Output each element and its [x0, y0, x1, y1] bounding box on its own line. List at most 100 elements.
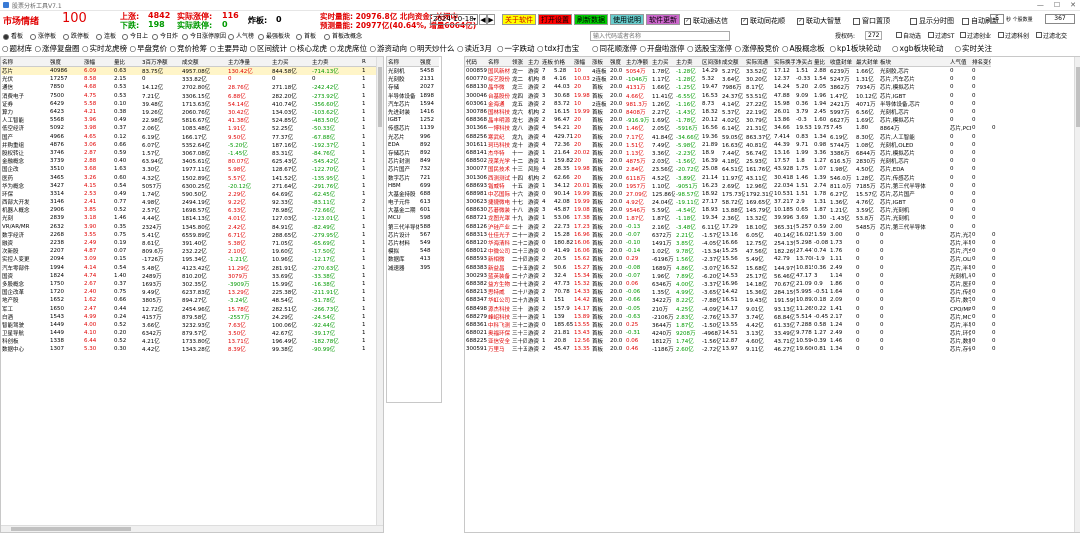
- nav-item-9[interactable]: 游资动向: [370, 43, 407, 54]
- stock-count-input[interactable]: 367: [1045, 14, 1075, 24]
- table-row[interactable]: 股权转让 3746 2.87 0.59 1.57亿 3067.08亿 -1.45亿 83.31…: [1, 149, 377, 157]
- table-row[interactable]: 模拟 548: [387, 247, 439, 255]
- table-row[interactable]: 大基金持股 688: [387, 190, 439, 198]
- table-row[interactable]: 实控人变更 2094 3.09 0.15 -1726万 195.34亿 -1.21亿 10.9…: [1, 255, 377, 263]
- link-dzh-checkbox[interactable]: ✓ 联动大智慧: [797, 16, 841, 26]
- table-row[interactable]: 大基金二期 601: [387, 206, 439, 214]
- table-row[interactable]: 数字经济 2268 3.55 0.75 5.41亿 6559.89亿 6.71亿 288.65…: [1, 231, 377, 239]
- nav-item-13[interactable]: tdx打击宝: [537, 43, 580, 54]
- table-row[interactable]: 芯片 40986 6.09 0.63 83.75亿 4957.08亿 130.42亿 844.…: [1, 66, 377, 76]
- table-row[interactable]: 芯片封测 849: [387, 157, 439, 165]
- column-header[interactable]: 人气值: [949, 57, 971, 67]
- pin-window-checkbox[interactable]: 窗口置顶: [853, 16, 890, 26]
- nav-item-11[interactable]: 读近3月: [457, 43, 492, 54]
- table-row[interactable]: 光伏 17257 8.58 2.15 0 333.82亿 0 0 0 1: [1, 75, 377, 83]
- column-header[interactable]: 主力卖: [675, 57, 701, 67]
- help-button[interactable]: 使用说明: [610, 14, 644, 25]
- about-button[interactable]: 关于软件: [502, 14, 536, 25]
- nav-item-6[interactable]: 区间统计: [250, 43, 287, 54]
- column-header[interactable]: 净买占比: [795, 57, 813, 67]
- table-row[interactable]: 688130 晶华微 龙三 游资 2 44.03 20 首板 20.0 4131万 1.66亿 -1.…: [465, 83, 1071, 91]
- vertical-scrollbar[interactable]: [376, 57, 383, 532]
- table-row[interactable]: 半导体设备 1898: [387, 92, 439, 100]
- table-row[interactable]: 减速器 395: [387, 264, 439, 272]
- column-header[interactable]: 价格: [553, 57, 573, 67]
- table-row[interactable]: 688630 芯碁微装 十八 游资 3 45.87 19.08 首板 20.0 9546万 5.59…: [465, 206, 1071, 214]
- close-icon[interactable]: ✕: [1070, 1, 1076, 9]
- table-row[interactable]: 688593 新相微 二十四 游资 2 20.5 15.62 首板 20.0 0.29 -6196万…: [465, 255, 1071, 263]
- nav-item-8[interactable]: 龙虎席位: [330, 43, 367, 54]
- table-row[interactable]: 华为概念 3427 4.15 0.54 5057万 6300.25亿 -20.12亿 271.…: [1, 182, 377, 190]
- radio-today-up[interactable]: 今日上: [122, 31, 148, 40]
- column-header[interactable]: 最大封单: [855, 57, 879, 67]
- column-header[interactable]: 量比: [113, 57, 141, 67]
- table-row[interactable]: 688313 仕佳光子 二十一 游资 2 15.28 16.96 首板 20.0 -0.07 637…: [465, 231, 1071, 239]
- column-header[interactable]: 主力净额: [625, 57, 651, 67]
- radio-consecutive[interactable]: 连板: [96, 31, 116, 40]
- table-row[interactable]: 数据库 413: [387, 255, 439, 263]
- link-ths-checkbox[interactable]: ✓ 联动同花顺: [741, 16, 785, 26]
- table-row[interactable]: 300623 捷捷微电 十七 游资 4 42.08 19.99 首板 20.0 4.92亿 24.0…: [465, 198, 1071, 206]
- nav-item-18[interactable]: A股概念板: [782, 43, 825, 54]
- table-row[interactable]: 国产 4966 4.65 0.12 6.19亿 166.17亿 9.50亿 77.37亿 -67…: [1, 133, 377, 141]
- scroll-thumb[interactable]: [378, 67, 382, 127]
- nav-item-14[interactable]: 同花顺涨停: [592, 43, 638, 54]
- table-row[interactable]: 算力 6423 4.21 0.38 19.26亿 2060.76亿 30.42亿 134.03…: [1, 108, 377, 116]
- nav-item-17[interactable]: 涨停股竞价: [735, 43, 780, 54]
- table-row[interactable]: 688361 中科飞测 三十二 游资 0 185.65 13.55 首板 20.0 0.25 364…: [465, 321, 1071, 329]
- column-header[interactable]: 强度: [609, 57, 625, 67]
- column-header[interactable]: 实际换手: [773, 57, 795, 67]
- table-row[interactable]: 603061 金海通 龙五 游资 2 83.72 10 2连板 20.0 981.3万 1.26亿 -…: [465, 100, 1071, 108]
- column-header[interactable]: 强度: [49, 57, 83, 67]
- table-row[interactable]: 数字芯片 721: [387, 173, 439, 182]
- column-header[interactable]: 收盘封单: [829, 57, 855, 67]
- column-header[interactable]: 连板: [541, 57, 553, 67]
- table-row[interactable]: HBM 699: [387, 182, 439, 190]
- column-header[interactable]: 代码: [465, 57, 487, 67]
- table-row[interactable]: 环保 3314 2.53 0.49 1.74亿 590.50亿 2.29亿 64.69亿 -62…: [1, 190, 377, 198]
- table-row[interactable]: 688347 华虹公司 二十九 游资 1 151 14.42 首板 20.0 -0.66 3422万…: [465, 296, 1071, 304]
- settings-button[interactable]: 打开设置: [538, 14, 572, 25]
- column-header[interactable]: 涨板: [591, 57, 609, 67]
- filter-st-checkbox[interactable]: 过滤ST: [928, 31, 954, 40]
- table-row[interactable]: 科创板 1338 6.44 0.52 4.21亿 1733.80亿 13.71亿 196.49…: [1, 337, 377, 345]
- nav-item-10[interactable]: 明天炒什么: [410, 43, 455, 54]
- table-row[interactable]: 688368 晶丰明源 龙七 游资 2 96.47 20 首板 20.0 -916.9万 1.69亿…: [465, 116, 1071, 124]
- column-header[interactable]: 主力买: [651, 57, 675, 67]
- radio-first-board[interactable]: 首板: [296, 31, 316, 40]
- radio-board[interactable]: 看板: [3, 31, 23, 40]
- table-row[interactable]: 301366 一博科技 龙八 游资 4 54.21 20 首板 20.0 1.46亿 2.05亿 -5…: [465, 124, 1071, 132]
- scroll-thumb[interactable]: [1076, 67, 1080, 127]
- table-row[interactable]: 光芯片 996: [387, 133, 439, 141]
- table-row[interactable]: 301611 珂玛科技 龙十 游资 4 72.36 20 首板 20.0 1.51亿 7.49亿 -5…: [465, 141, 1071, 149]
- scroll-thumb[interactable]: [11, 527, 131, 531]
- prev-date-button[interactable]: ◀: [479, 14, 487, 25]
- column-header[interactable]: 涨幅: [573, 57, 591, 67]
- table-row[interactable]: 通信 7850 4.68 0.53 14.12亿 2702.80亿 28.76亿 271.18…: [1, 83, 377, 91]
- show-chart-checkbox[interactable]: 显示分时图: [910, 16, 954, 26]
- table-row[interactable]: EDA 892: [387, 141, 439, 149]
- table-row[interactable]: 多股概念 1750 2.67 0.37 1693万 302.35亿 -3909万 15.99亿…: [1, 280, 377, 288]
- table-row[interactable]: 600770 综艺股份 龙二 机构 8 4.16 10.03 2连板 20.0 -1046万 1.1…: [465, 75, 1071, 83]
- column-header[interactable]: 成交额: [721, 57, 745, 67]
- table-row[interactable]: 电子元件 613: [387, 198, 439, 206]
- update-button[interactable]: 软件更新: [646, 14, 680, 25]
- filter-bse-checkbox[interactable]: 过滤北交: [1036, 31, 1067, 40]
- nav-item-16[interactable]: 选股宝涨停: [687, 43, 733, 54]
- next-date-button[interactable]: ▶: [487, 14, 495, 25]
- table-row[interactable]: 机器人概念 2906 3.85 0.52 2.57亿 1698.57亿 6.33亿 78.98…: [1, 206, 377, 214]
- table-row[interactable]: VR/AR/MR 2632 3.90 0.35 2324万 1345.80亿 2.42亿 84…: [1, 223, 377, 231]
- table-row[interactable]: MCU 598: [387, 214, 439, 222]
- radio-popularity[interactable]: 人气榜: [228, 31, 254, 40]
- nav-item-20[interactable]: xgb板块轮动: [892, 43, 944, 54]
- table-row[interactable]: 汽车芯片 1594: [387, 100, 439, 108]
- table-row[interactable]: 证券 6429 5.58 0.10 39.48亿 1713.63亿 54.14亿 410.74…: [1, 100, 377, 108]
- table-row[interactable]: 000859 国风新材 龙一 游资 7 5.28 10 4连板 20.0 5054万 1.78亿 -1…: [465, 67, 1071, 76]
- radio-strongest[interactable]: 最强板块: [258, 31, 290, 40]
- minimize-icon[interactable]: —: [1037, 1, 1044, 9]
- column-header[interactable]: 强度: [419, 57, 439, 67]
- table-row[interactable]: 芯片国产 732: [387, 165, 439, 173]
- table-row[interactable]: 688120 华海清科 二十二 游资 0 180.82 16.06 首板 20.0 -0.10 14…: [465, 239, 1071, 247]
- table-row[interactable]: 国企改革 1720 2.40 0.75 9.49亿 6237.83亿 13.29亿 225.3…: [1, 288, 377, 296]
- table-row[interactable]: 卫星导航 1449 4.10 0.20 6342万 879.57亿 3.50亿 42.67亿 -…: [1, 329, 377, 337]
